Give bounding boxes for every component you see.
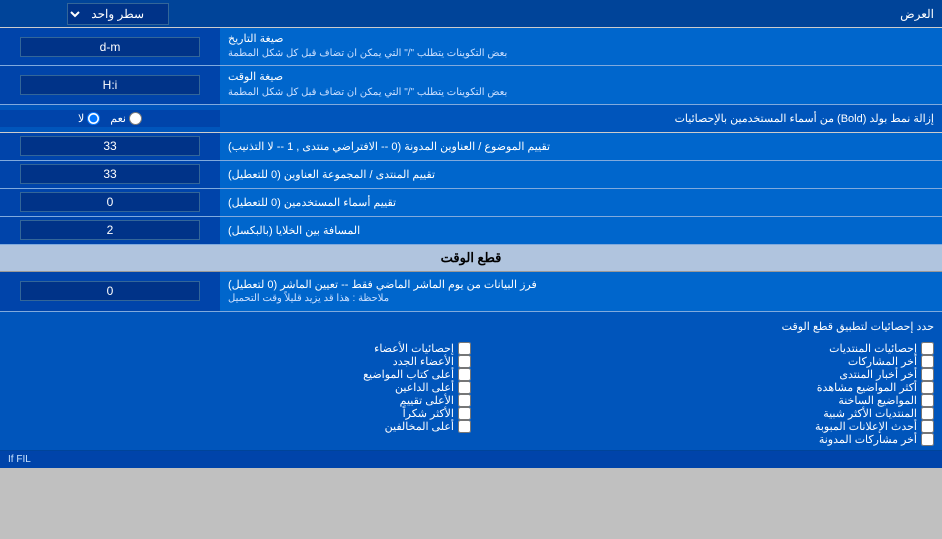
cb-forum-news[interactable] [921, 368, 934, 381]
bold-remove-options: نعم لا [0, 110, 220, 127]
cb-top-online[interactable] [458, 381, 471, 394]
forum-order-input-wrapper [0, 161, 220, 188]
gap-input[interactable] [20, 220, 200, 240]
list-item: أعلى كتاب المواضيع [8, 368, 471, 381]
forum-order-row: تقييم المنتدى / المجموعة العناوين (0 للت… [0, 161, 942, 189]
cb-last-topics[interactable] [921, 394, 934, 407]
date-format-input-wrapper [0, 28, 220, 65]
snapshot-apply-row: حدد إحصائيات لتطبيق قطع الوقت [8, 316, 934, 338]
topic-order-input[interactable] [20, 136, 200, 156]
checkboxes-col1: إحصائيات المنتديات أخر المشاركات أخر أخب… [471, 342, 934, 446]
snapshot-apply-label: حدد إحصائيات لتطبيق قطع الوقت [8, 320, 934, 333]
list-item: المواضيع الساخنة [471, 394, 934, 407]
list-item: المنتديات الأكثر شبية [471, 407, 934, 420]
list-item: الأعلى تقييم [8, 394, 471, 407]
date-format-input[interactable] [20, 37, 200, 57]
cb-top-visitors[interactable] [458, 420, 471, 433]
topic-order-label: تقييم الموضوع / العناوين المدونة (0 -- ا… [220, 133, 942, 160]
bold-remove-row: إزالة نمط بولد (Bold) من أسماء المستخدمي… [0, 105, 942, 133]
display-select-wrapper: سطر واحد سطرين ثلاثة أسطر [8, 3, 228, 25]
date-format-row: صيغة التاريخ بعض التكوينات يتطلب "/" الت… [0, 28, 942, 66]
snapshot-filter-row: فرز البيانات من يوم الماشر الماضي فقط --… [0, 272, 942, 312]
cb-top-poster[interactable] [458, 368, 471, 381]
cb-most-views[interactable] [921, 381, 934, 394]
bold-no-radio[interactable] [87, 112, 100, 125]
cb-similar[interactable] [921, 407, 934, 420]
bold-no-option[interactable]: لا [78, 112, 100, 125]
list-item: إحصائيات الأعضاء [8, 342, 471, 355]
snapshot-filter-input-wrapper [0, 272, 220, 311]
bold-yes-option[interactable]: نعم [110, 112, 142, 125]
topic-order-input-wrapper [0, 133, 220, 160]
time-format-row: صيغة الوقت بعض التكوينات يتطلب "/" التي … [0, 66, 942, 104]
date-format-label: صيغة التاريخ بعض التكوينات يتطلب "/" الت… [220, 28, 942, 65]
footer: If FIL [0, 451, 942, 468]
time-format-input[interactable] [20, 75, 200, 95]
snapshot-checkboxes-section: حدد إحصائيات لتطبيق قطع الوقت إحصائيات ا… [0, 312, 942, 451]
list-item: أخر مشاركات المدونة [471, 433, 934, 446]
list-item: إحصائيات المنتديات [471, 342, 934, 355]
list-item: أحدث الإعلانات المبوبة [471, 420, 934, 433]
topic-order-row: تقييم الموضوع / العناوين المدونة (0 -- ا… [0, 133, 942, 161]
cb-members[interactable] [458, 342, 471, 355]
list-item: أعلى الداعين [8, 381, 471, 394]
list-item: أخر أخبار المنتدى [471, 368, 934, 381]
cb-posts[interactable] [921, 342, 934, 355]
username-order-row: تقييم أسماء المستخدمين (0 للتعطيل) [0, 189, 942, 217]
checkboxes-grid: إحصائيات المنتديات أخر المشاركات أخر أخب… [8, 342, 934, 446]
list-item: أعلى المخالفين [8, 420, 471, 433]
gap-row: المسافة بين الخلايا (بالبكسل) [0, 217, 942, 245]
display-header-row: العرض سطر واحد سطرين ثلاثة أسطر [0, 0, 942, 28]
bold-yes-radio[interactable] [129, 112, 142, 125]
list-item: الأعضاء الجدد [8, 355, 471, 368]
username-order-input[interactable] [20, 192, 200, 212]
cb-most-thanks[interactable] [458, 407, 471, 420]
cb-last-mod[interactable] [921, 433, 934, 446]
list-item: الأكثر شكراً [8, 407, 471, 420]
cb-ads[interactable] [921, 420, 934, 433]
list-item: أكثر المواضيع مشاهدة [471, 381, 934, 394]
checkboxes-col2: إحصائيات الأعضاء الأعضاء الجدد أعلى كتاب… [8, 342, 471, 446]
list-item: أخر المشاركات [471, 355, 934, 368]
username-order-label: تقييم أسماء المستخدمين (0 للتعطيل) [220, 189, 942, 216]
snapshot-filter-label: فرز البيانات من يوم الماشر الماضي فقط --… [220, 272, 942, 311]
main-container: العرض سطر واحد سطرين ثلاثة أسطر صيغة الت… [0, 0, 942, 468]
snapshot-section-header: قطع الوقت [0, 245, 942, 272]
cb-top-rated[interactable] [458, 394, 471, 407]
gap-label: المسافة بين الخلايا (بالبكسل) [220, 217, 942, 244]
bold-remove-label: إزالة نمط بولد (Bold) من أسماء المستخدمي… [220, 108, 942, 129]
forum-order-label: تقييم المنتدى / المجموعة العناوين (0 للت… [220, 161, 942, 188]
cb-last-post[interactable] [921, 355, 934, 368]
username-order-input-wrapper [0, 189, 220, 216]
cb-new-members[interactable] [458, 355, 471, 368]
forum-order-input[interactable] [20, 164, 200, 184]
time-format-label: صيغة الوقت بعض التكوينات يتطلب "/" التي … [220, 66, 942, 103]
display-label: العرض [228, 7, 934, 21]
display-select[interactable]: سطر واحد سطرين ثلاثة أسطر [67, 3, 169, 25]
snapshot-filter-input[interactable] [20, 281, 200, 301]
gap-input-wrapper [0, 217, 220, 244]
time-format-input-wrapper [0, 66, 220, 103]
